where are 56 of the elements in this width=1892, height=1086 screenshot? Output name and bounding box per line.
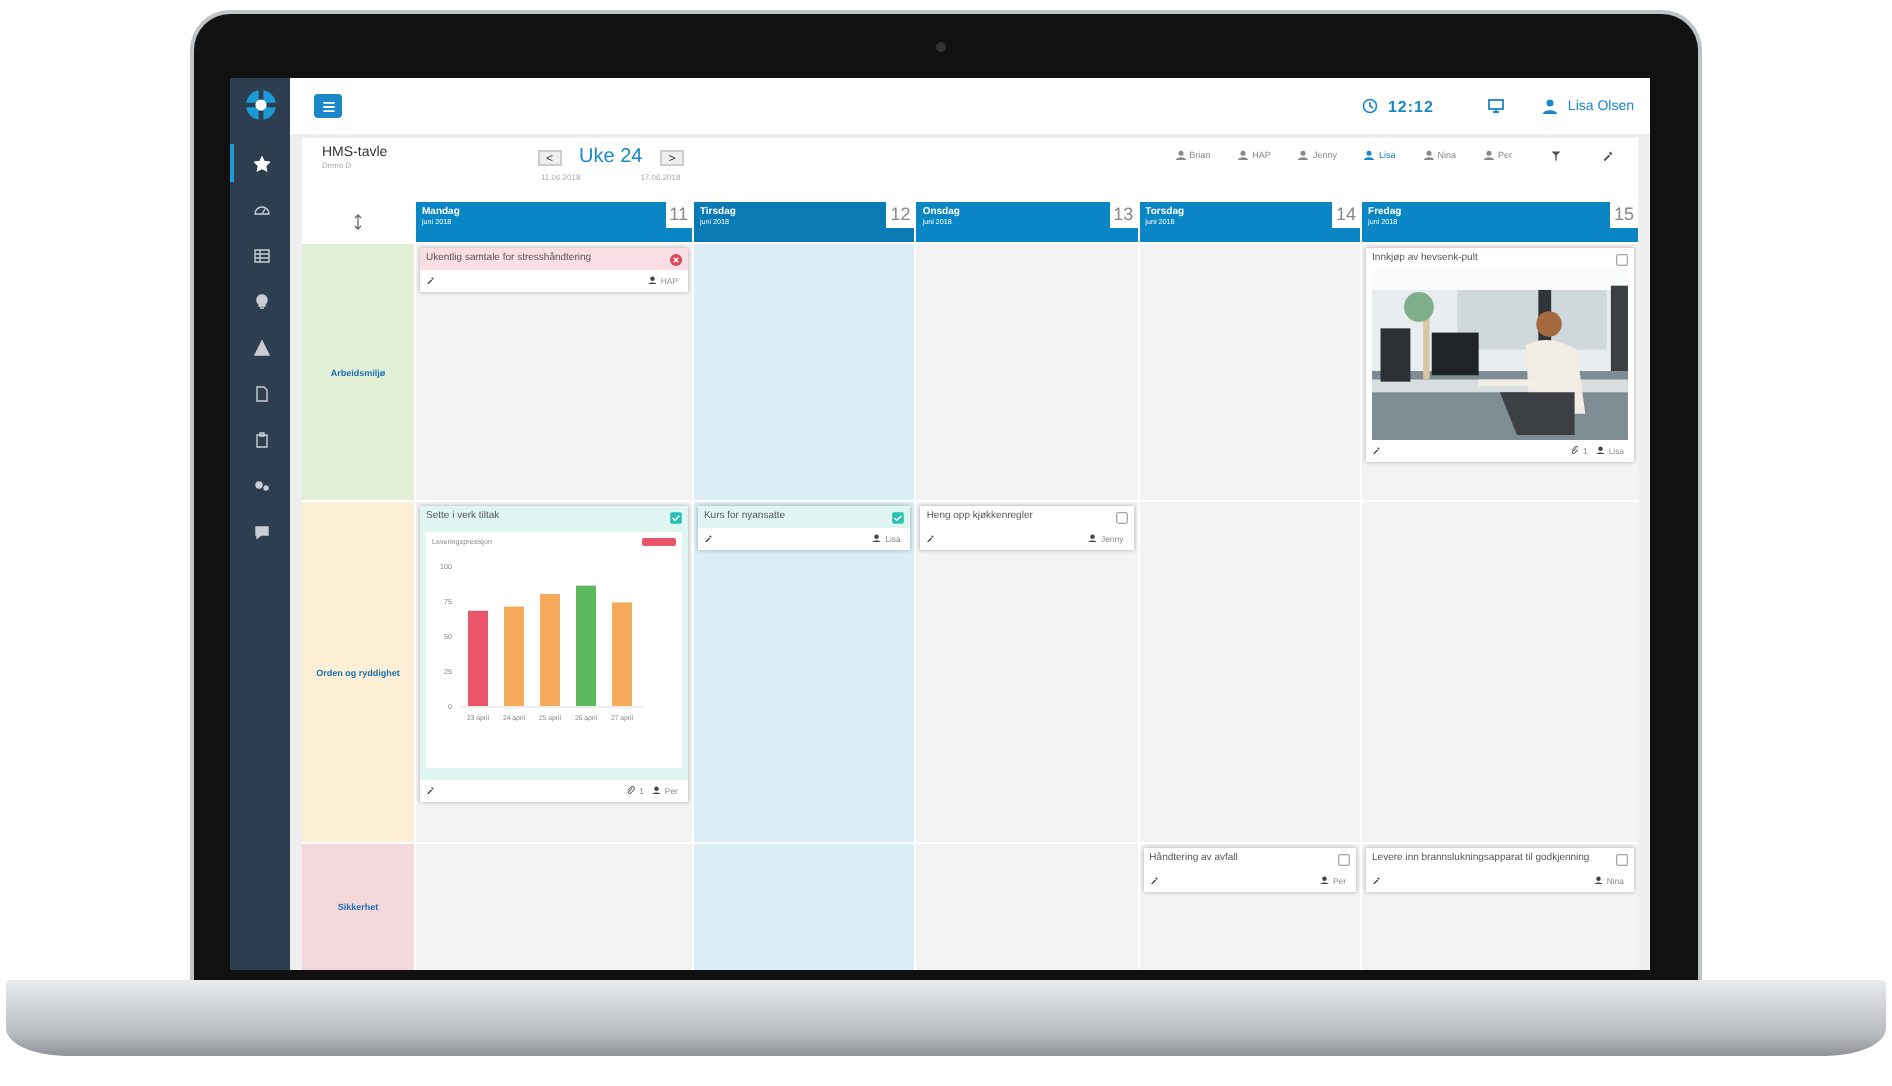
bulb-icon [254,293,270,309]
day-number: 11 [665,202,692,228]
paperclip-icon [1569,445,1579,455]
day-number: 14 [1332,202,1361,228]
user-icon [1238,150,1249,160]
chat-icon [254,523,270,539]
wrench-icon[interactable] [426,275,435,285]
user-icon [1595,445,1605,455]
wrench-icon[interactable] [926,533,936,543]
user-icon [1175,150,1186,160]
wrench-icon[interactable] [1372,875,1382,885]
user-icon [1483,150,1494,160]
gears-icon [254,477,270,493]
logo-icon [245,90,275,120]
day-number: 13 [1109,202,1138,228]
clipboard-icon [254,431,270,447]
user-icon [872,533,882,543]
wrench-icon[interactable] [703,533,713,543]
task-checkbox[interactable] [892,511,905,523]
wrench-icon[interactable] [1149,875,1159,885]
task-checkbox[interactable] [1616,853,1628,865]
task-checkbox[interactable] [1338,853,1351,865]
wrench-icon[interactable] [426,785,435,795]
camera-dot [936,42,946,52]
day-number: 12 [886,202,915,228]
task-checkbox[interactable] [1115,511,1128,523]
week-label: Uke 24 [579,146,643,168]
task-checkbox[interactable] [1616,253,1628,265]
sort-icon[interactable] [354,214,362,230]
status-badge [641,537,676,545]
clock-time: 12:12 [1387,97,1434,115]
star-icon [254,155,270,171]
user-icon [1298,150,1309,160]
user-icon [1320,875,1329,885]
filter-icon[interactable] [1550,150,1562,162]
table-icon [254,247,270,263]
monitor-icon[interactable] [1487,98,1504,114]
user-icon [1087,533,1097,543]
user-icon [651,785,661,795]
wrench-icon[interactable] [1602,150,1614,162]
file-icon [254,385,270,401]
wrench-icon[interactable] [1372,445,1382,455]
day-number: 15 [1609,202,1638,228]
task-checkbox[interactable] [669,511,682,523]
user-icon [1364,150,1375,160]
menu-button[interactable] [314,94,342,118]
clock-icon [1361,98,1378,114]
overdue-icon [669,253,682,265]
user-icon [1541,98,1558,114]
user-icon [1423,150,1434,160]
menu-icon [321,99,335,113]
gauge-icon [254,201,270,217]
user-icon [647,275,657,285]
user-icon [1593,875,1603,885]
paperclip-icon [626,785,636,795]
warning-icon [254,339,270,355]
